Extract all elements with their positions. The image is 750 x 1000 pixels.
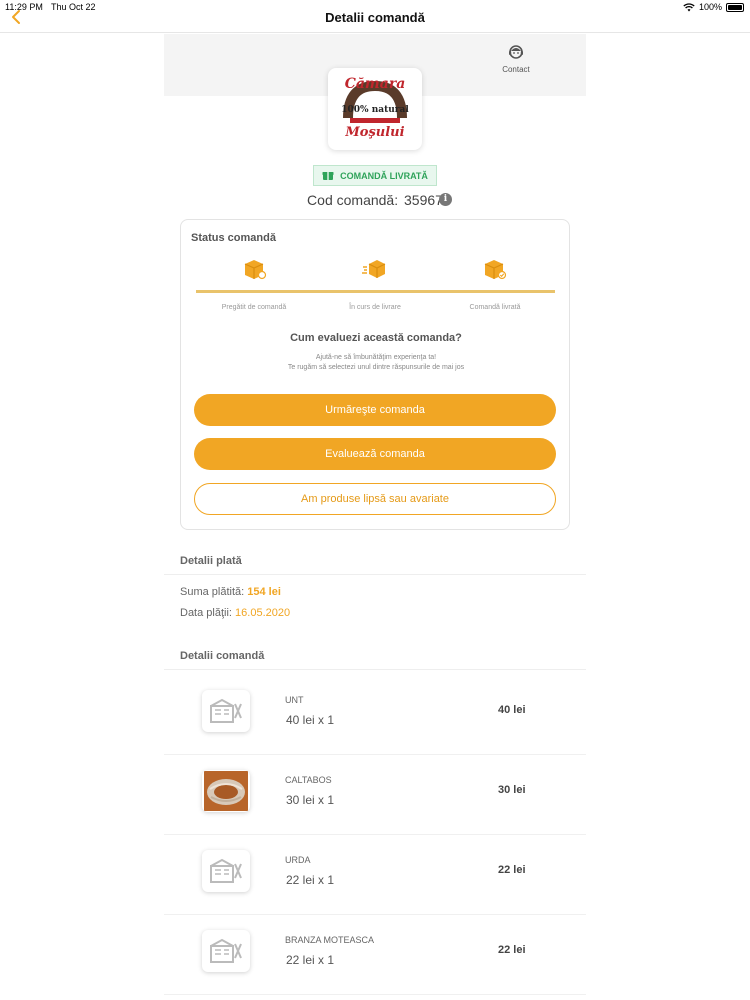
order-details-title: Detalii comandă — [180, 650, 265, 662]
contact-label: Contact — [502, 65, 530, 74]
item-name: CALTABOS — [285, 775, 332, 785]
item-quantity: 22 lei x 1 — [286, 873, 335, 887]
package-delivery-icon — [362, 260, 386, 278]
step-label-prepared: Pregătit de comandă — [221, 304, 287, 311]
package-ready-icon — [244, 260, 267, 280]
payment-sum-row: Suma plătită: 154 lei — [180, 586, 281, 598]
item-price: 22 lei — [498, 864, 526, 876]
store-logo: Cămara 100% natural Moşului — [328, 68, 422, 150]
missing-products-button[interactable]: Am produse lipsă sau avariate — [194, 483, 556, 515]
step-label-delivered: Comandă livrată — [469, 304, 521, 311]
step-label-in-delivery: În curs de livrare — [349, 304, 401, 311]
evaluation-subtitle: Ajută-ne să îmbunătăţim experienţa ta! T… — [181, 353, 571, 373]
item-price: 22 lei — [498, 944, 526, 956]
order-status-badge: COMANDĂ LIVRATĂ — [313, 165, 437, 186]
order-status-label: COMANDĂ LIVRATĂ — [340, 170, 428, 181]
item-quantity: 30 lei x 1 — [286, 793, 335, 807]
item-name: BRANZA MOTEASCA — [285, 935, 375, 945]
evaluation-subtitle-line1: Ajută-ne să îmbunătăţim experienţa ta! — [315, 354, 437, 361]
item-price: 40 lei — [498, 704, 526, 716]
payment-date-value: 16.05.2020 — [235, 607, 291, 619]
order-item[interactable]: BRANZA MOTEASCA 22 lei x 1 22 lei — [164, 915, 586, 995]
item-name: URDA — [285, 855, 311, 865]
logo-text-bottom: Moşului — [344, 125, 404, 140]
contact-button[interactable]: Contact — [496, 43, 536, 74]
payment-sum-value: 154 lei — [247, 586, 281, 598]
item-quantity: 22 lei x 1 — [286, 953, 335, 967]
logo-text-top: Cămara — [345, 76, 406, 92]
package-delivered-icon — [484, 260, 507, 280]
order-item[interactable]: UNT 40 lei x 1 40 lei — [164, 675, 586, 755]
order-item[interactable]: CALTABOS 30 lei x 1 30 lei — [164, 755, 586, 835]
evaluation-question: Cum evaluezi această comanda? — [290, 332, 462, 344]
status-title: Status comandă — [191, 232, 276, 244]
support-agent-icon — [509, 45, 523, 59]
item-placeholder-icon — [202, 850, 250, 892]
item-placeholder-icon — [202, 930, 250, 972]
payment-date-row: Data plăţii: 16.05.2020 — [180, 607, 290, 619]
store-logo-graphic: Cămara 100% natural Moşului — [341, 76, 409, 140]
item-quantity: 40 lei x 1 — [286, 713, 335, 727]
order-code-value: 35967 — [404, 192, 443, 208]
item-price: 30 lei — [498, 784, 526, 796]
order-code: Cod comandă: 35967 — [0, 192, 750, 208]
gift-box-icon — [322, 172, 334, 180]
evaluation-subtitle-line2: Te rugăm să selectezi unul dintre răspun… — [287, 364, 465, 371]
rate-order-button[interactable]: Evaluează comanda — [194, 438, 556, 470]
status-card: Status comandă Pregătit de comandă În cu… — [180, 219, 570, 530]
payment-section-title: Detalii plată — [180, 555, 242, 567]
payment-date-label: Data plăţii: — [180, 607, 232, 619]
payment-sum-label: Suma plătită: — [180, 586, 245, 598]
track-order-button[interactable]: Urmăreşte comanda — [194, 394, 556, 426]
item-placeholder-icon — [202, 690, 250, 732]
item-sausage-photo — [202, 770, 250, 812]
divider — [164, 574, 586, 575]
logo-text-mid: 100% natural — [341, 105, 409, 115]
page-title: Detalii comandă — [325, 10, 425, 25]
order-item[interactable]: URDA 22 lei x 1 22 lei — [164, 835, 586, 915]
order-code-label: Cod comandă: — [307, 192, 399, 208]
info-icon[interactable]: i — [439, 193, 452, 206]
item-name: UNT — [285, 695, 304, 705]
status-progress-bar — [196, 290, 555, 293]
nav-bar: Detalii comandă — [0, 0, 750, 33]
divider — [164, 669, 586, 670]
